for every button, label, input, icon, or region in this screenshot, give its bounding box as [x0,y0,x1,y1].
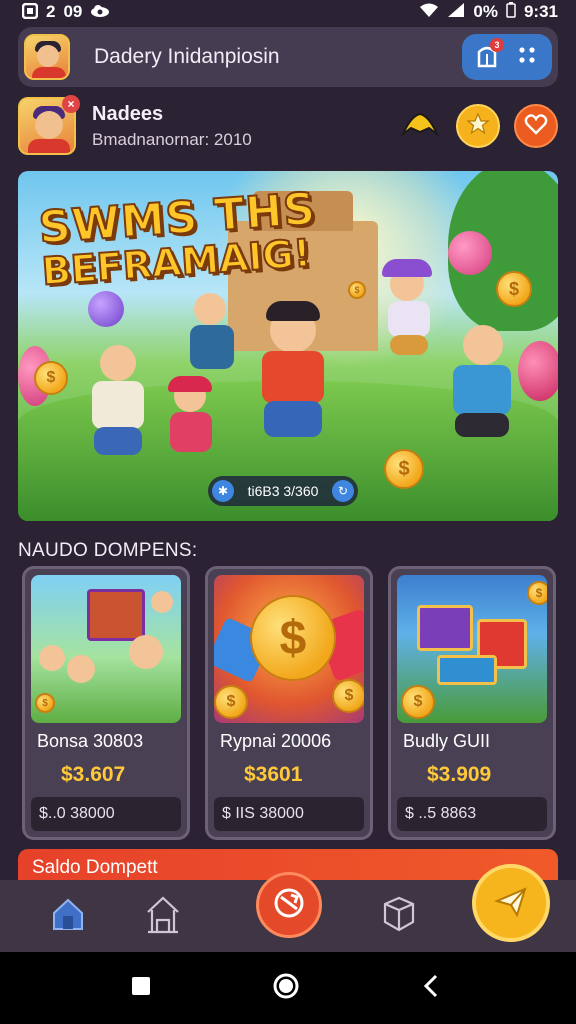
notification-button[interactable]: 3 [474,38,504,72]
kid-character [238,301,348,461]
product-card[interactable]: $ Bonsa 30803 $3.607 $..0 38000 [22,566,190,840]
circle-icon [272,972,300,1005]
star-icon [466,111,490,141]
profile-name: Nadees [92,102,164,125]
square-icon [131,976,151,1001]
gem-icon [448,231,492,275]
cloud-icon [90,4,110,21]
system-nav [0,952,576,1024]
kid-character [178,289,248,409]
card-name: Bonsa 30803 [37,731,144,751]
nav-fab-button[interactable] [472,864,550,942]
card-name: Budly GUII [403,731,491,751]
card-image: $ $ $ [214,575,364,723]
header-avatar[interactable] [24,34,70,80]
chevron-left-icon [423,974,439,1003]
kid-character [433,321,533,481]
card-image: $ [31,575,181,723]
coin-icon: $ [348,281,366,299]
signal-icon [447,2,465,23]
heart-icon [524,113,548,140]
notification-square-icon [21,2,39,22]
grid-icon [517,45,537,70]
hero-banner[interactable]: $ $ $ $ SWMS THS BEFRAMAIG! ✱ ti6B3 3/36… [18,171,558,521]
status-left-item: 09 [63,2,83,21]
card-footer: $ IIS 38000 [214,797,364,831]
hero-title: SWMS THS BEFRAMAIG! [36,182,320,294]
home-system-button[interactable] [271,973,301,1003]
star-button[interactable] [456,104,500,148]
card-name: Rypnai 20006 [220,731,332,751]
battery-icon [506,1,516,23]
recents-button[interactable] [126,973,156,1003]
status-bar: 2 09 0% 9:31 [0,0,576,24]
refresh-icon: ↻ [332,480,354,502]
crown-icon [400,110,440,143]
snowflake-icon: ✱ [212,480,234,502]
box-icon [381,894,417,939]
card-footer: $..0 38000 [31,797,181,831]
nav-home[interactable] [46,894,90,938]
nav-center-button[interactable] [256,872,322,938]
promo-label: Saldo Dompett [32,857,158,878]
profile-row: × Nadees Bmadnanornar: 2010 [18,95,558,157]
gem-icon [88,291,124,327]
profile-subtitle: Bmadnanornar: 2010 [92,129,252,149]
kid-character [78,341,158,491]
card-footer: $ ..5 8863 [397,797,547,831]
card-price: $3.909 [427,763,492,786]
app-title: Dadery Inidanpiosin [94,45,280,68]
card-price: $3.607 [61,763,126,786]
grid-menu-button[interactable] [514,42,540,72]
card-image: $ $ [397,575,547,723]
kid-character [370,259,450,379]
close-icon[interactable]: × [62,95,80,113]
notification-badge: 3 [490,38,504,52]
card-price: $3601 [244,763,303,786]
coin-icon: $ [384,449,424,489]
wifi-icon [419,2,439,23]
hero-pill-text: ti6B3 3/360 [247,483,319,499]
coin-icon: $ [496,271,532,307]
hero-progress-pill[interactable]: ✱ ti6B3 3/360 ↻ [208,476,358,506]
coin-icon: $ [34,361,68,395]
bottom-nav [0,864,576,952]
refresh-icon [271,885,307,926]
battery-text: 0% [473,2,498,21]
app-header: Dadery Inidanpiosin 3 [18,27,558,87]
product-card[interactable]: $ $ $ Rypnai 20006 $3601 $ IIS 38000 [205,566,373,840]
home-icon [50,897,86,936]
plane-icon [491,881,531,926]
profile-avatar[interactable]: × [18,95,80,155]
header-actions: 3 [462,34,552,80]
heart-button[interactable] [514,104,558,148]
crown-button[interactable] [398,104,442,148]
status-time: 9:31 [523,2,558,21]
section-title: NAUDO DOMPENS: [18,540,198,561]
product-cards: $ Bonsa 30803 $3.607 $..0 38000 $ $ $ Ry… [22,566,556,840]
back-button[interactable] [416,973,446,1003]
nav-box[interactable] [377,894,421,938]
house-outline-icon [144,894,182,939]
nav-house[interactable] [141,894,185,938]
status-left-item: 2 [46,2,56,21]
product-card[interactable]: $ $ Budly GUII $3.909 $ ..5 8863 [388,566,556,840]
